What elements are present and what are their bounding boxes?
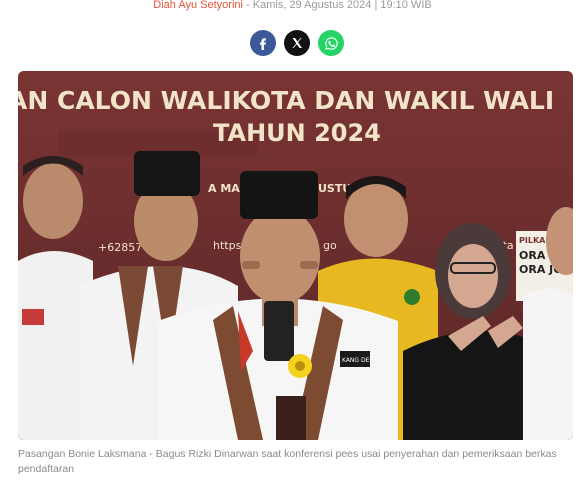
facebook-icon bbox=[260, 38, 266, 50]
banner-domain: go bbox=[323, 239, 337, 252]
share-whatsapp-button[interactable] bbox=[318, 30, 344, 56]
article-photo[interactable]: AN CALON WALIKOTA DAN WAKIL WALI TAHUN 2… bbox=[18, 71, 573, 440]
photo-caption: Pasangan Bonie Laksmana - Bagus Rizki Di… bbox=[18, 448, 557, 475]
banner-title: AN CALON WALIKOTA DAN WAKIL WALI bbox=[18, 86, 554, 115]
banner-website: https: bbox=[213, 239, 245, 252]
share-facebook-button[interactable] bbox=[250, 30, 276, 56]
name-tag: KANG DEI bbox=[342, 357, 371, 364]
whatsapp-icon bbox=[324, 36, 338, 50]
share-bar bbox=[250, 30, 344, 56]
byline-separator: - bbox=[242, 0, 253, 11]
publish-date: Kamis, 29 Agustus 2024 | 19:10 WIB bbox=[252, 0, 432, 11]
x-icon bbox=[292, 38, 302, 48]
author-link[interactable]: Diah Ayu Setyorini bbox=[153, 0, 243, 11]
banner-year: TAHUN 2024 bbox=[213, 119, 381, 147]
article-byline: Diah Ayu Setyorini - Kamis, 29 Agustus 2… bbox=[0, 0, 585, 12]
share-x-button[interactable] bbox=[284, 30, 310, 56]
